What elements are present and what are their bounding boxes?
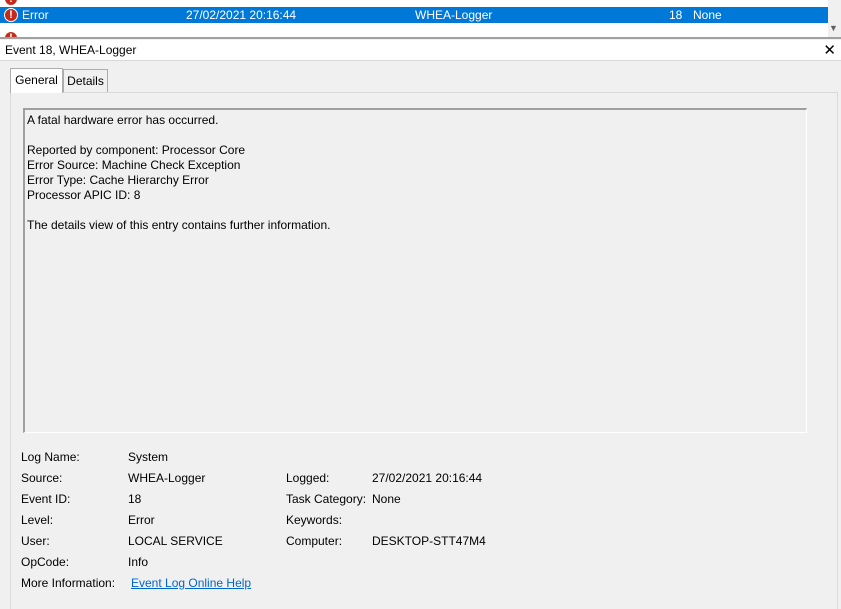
opcode-value: Info <box>128 555 149 569</box>
user-value: LOCAL SERVICE <box>128 534 223 548</box>
log-name-label: Log Name: <box>21 450 80 464</box>
pane-splitter[interactable] <box>0 37 841 39</box>
event-log-online-help-link[interactable]: Event Log Online Help <box>131 576 251 590</box>
tab-details-label: Details <box>67 74 104 88</box>
event-id-value: 18 <box>128 492 142 506</box>
opcode-label: OpCode: <box>21 555 70 569</box>
description-line: Reported by component: Processor Core <box>27 143 246 157</box>
event-task-category: None <box>693 8 722 22</box>
event-row-clipped-below[interactable]: ! <box>0 30 828 37</box>
description-line: The details view of this entry contains … <box>27 218 331 232</box>
tab-general[interactable]: General <box>10 68 63 93</box>
logged-label: Logged: <box>286 471 330 485</box>
event-id-label: Event ID: <box>21 492 71 506</box>
description-line: Error Type: Cache Hierarchy Error <box>27 173 209 187</box>
task-category-label: Task Category: <box>286 492 367 506</box>
error-icon: ! <box>4 8 18 22</box>
event-row-clipped-above[interactable]: ! <box>0 0 828 7</box>
tab-details[interactable]: Details <box>63 69 108 92</box>
source-value: WHEA-Logger <box>128 471 206 485</box>
description-line: A fatal hardware error has occurred. <box>27 113 219 127</box>
computer-value: DESKTOP-STT47M4 <box>372 534 486 548</box>
scroll-down-icon[interactable]: ▼ <box>829 23 838 33</box>
description-line: Error Source: Machine Check Exception <box>27 158 241 172</box>
detail-pane-header: Event 18, WHEA-Logger ✕ <box>0 40 841 61</box>
event-viewer-window: ! ! Error 27/02/2021 20:16:44 WHEA-Logge… <box>0 0 841 609</box>
event-level: Error <box>22 8 49 22</box>
log-name-value: System <box>128 450 169 464</box>
more-information-label: More Information: <box>21 576 116 590</box>
level-value: Error <box>128 513 155 527</box>
event-id: 18 <box>669 8 683 22</box>
event-datetime: 27/02/2021 20:16:44 <box>186 8 297 22</box>
event-description-box[interactable]: A fatal hardware error has occurred. Rep… <box>23 108 807 433</box>
level-label: Level: <box>21 513 54 527</box>
keywords-label: Keywords: <box>286 513 343 527</box>
tab-general-label: General <box>15 73 58 87</box>
close-icon[interactable]: ✕ <box>823 41 836 59</box>
event-row-selected[interactable]: ! Error 27/02/2021 20:16:44 WHEA-Logger … <box>0 7 828 23</box>
computer-label: Computer: <box>286 534 343 548</box>
description-line: Processor APIC ID: 8 <box>27 188 141 202</box>
event-source: WHEA-Logger <box>415 8 493 22</box>
source-label: Source: <box>21 471 63 485</box>
user-label: User: <box>21 534 50 548</box>
vertical-scrollbar[interactable]: ▼ <box>828 0 841 37</box>
event-list[interactable]: ! ! Error 27/02/2021 20:16:44 WHEA-Logge… <box>0 0 841 37</box>
detail-title: Event 18, WHEA-Logger <box>5 43 137 57</box>
task-category-value: None <box>372 492 401 506</box>
logged-value: 27/02/2021 20:16:44 <box>372 471 483 485</box>
error-icon: ! <box>4 0 18 6</box>
